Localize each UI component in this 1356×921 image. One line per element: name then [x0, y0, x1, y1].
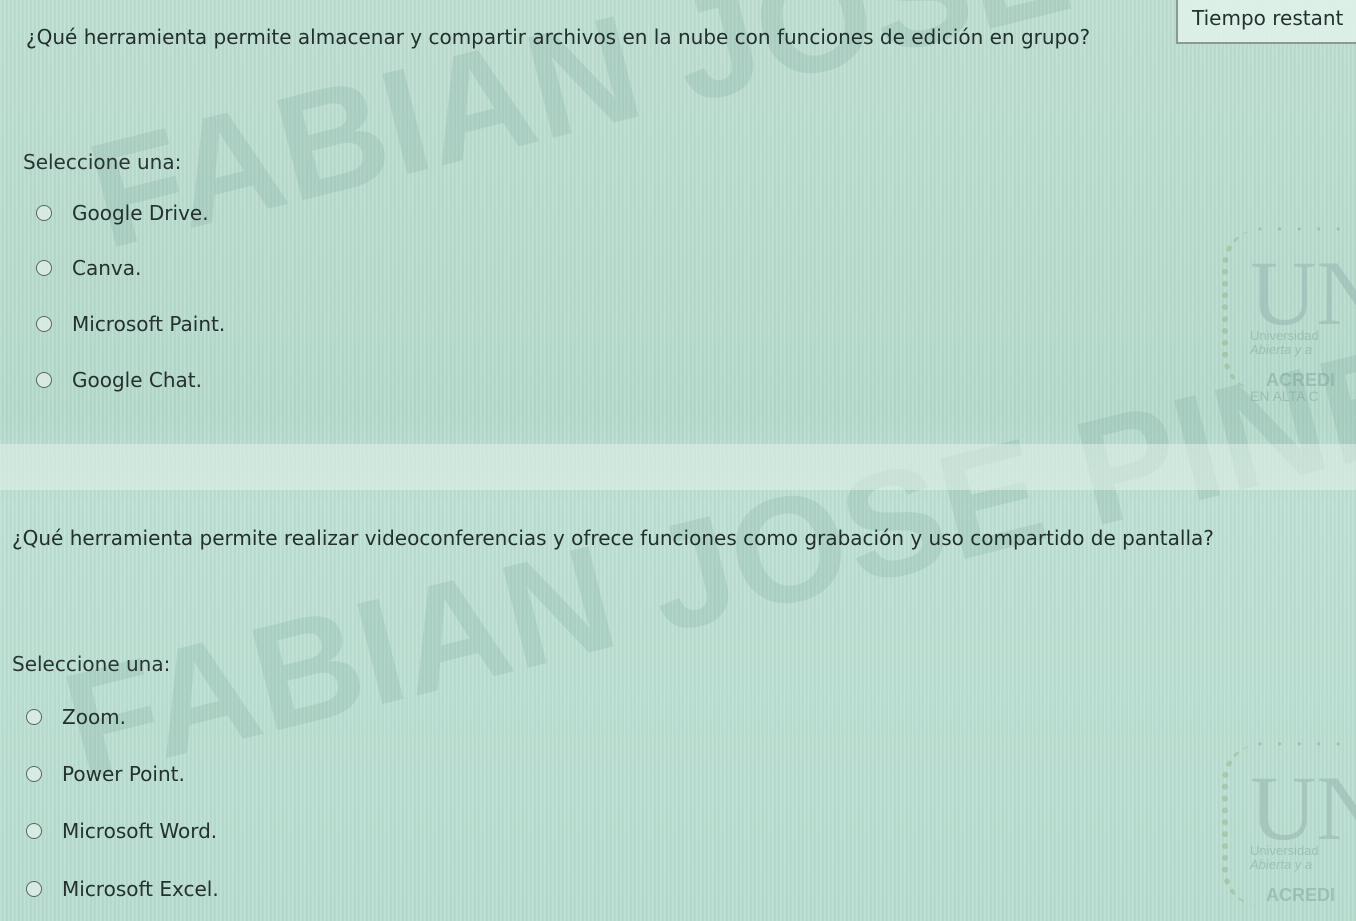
timer-label: Tiempo restant	[1192, 6, 1344, 30]
logo-dots: • • • • •	[1258, 222, 1347, 236]
q2-option-microsoft-word[interactable]: Microsoft Word.	[26, 819, 217, 843]
university-logo: • • • • • UN Universidad Abierta y a ACR…	[1222, 735, 1356, 921]
q1-option-canva[interactable]: Canva.	[36, 256, 141, 280]
radio-button[interactable]	[36, 260, 52, 276]
radio-button[interactable]	[36, 316, 52, 332]
q1-option-google-drive[interactable]: Google Drive.	[36, 201, 209, 225]
q1-option-google-chat[interactable]: Google Chat.	[36, 368, 202, 392]
option-label: Microsoft Paint.	[72, 312, 226, 336]
question-1-prompt: Seleccione una:	[23, 150, 182, 174]
logo-line-3: ACREDI	[1266, 370, 1336, 390]
timer-panel: Tiempo restant	[1176, 0, 1356, 44]
q2-option-microsoft-excel[interactable]: Microsoft Excel.	[26, 877, 219, 901]
question-1-text: ¿Qué herramienta permite almacenar y com…	[26, 25, 1091, 49]
logo-line-1: Universidad	[1250, 328, 1319, 343]
logo-line-2: Abierta y a	[1250, 857, 1313, 872]
logo-line-4: EN ALTA C	[1250, 388, 1319, 404]
q2-option-zoom[interactable]: Zoom.	[26, 705, 126, 729]
radio-button[interactable]	[36, 205, 52, 221]
option-label: Zoom.	[62, 705, 127, 729]
logo-dots: • • • • •	[1258, 737, 1347, 751]
radio-button[interactable]	[26, 766, 42, 782]
laurel-icon	[1222, 745, 1258, 905]
logo-line-2: Abierta y a	[1250, 342, 1313, 357]
option-label: Power Point.	[62, 762, 185, 786]
q2-option-power-point[interactable]: Power Point.	[26, 762, 185, 786]
watermark-text: FABIAN JOSE PINEDA GIL	[48, 189, 1356, 811]
radio-button[interactable]	[26, 881, 42, 897]
q1-option-microsoft-paint[interactable]: Microsoft Paint.	[36, 312, 225, 336]
logo-letter: UN	[1250, 757, 1356, 859]
radio-button[interactable]	[36, 372, 52, 388]
logo-letter: UN	[1250, 242, 1356, 344]
option-label: Canva.	[72, 256, 142, 280]
option-label: Google Chat.	[72, 368, 202, 392]
laurel-icon	[1222, 230, 1258, 390]
logo-line-3: ACREDI	[1266, 885, 1336, 905]
logo-line-1: Universidad	[1250, 843, 1319, 858]
question-2-text: ¿Qué herramienta permite realizar videoc…	[12, 526, 1214, 550]
question-2-prompt: Seleccione una:	[12, 652, 171, 676]
option-label: Microsoft Word.	[62, 819, 218, 843]
option-label: Microsoft Excel.	[62, 877, 219, 901]
radio-button[interactable]	[26, 823, 42, 839]
radio-button[interactable]	[26, 709, 42, 725]
question-separator	[0, 444, 1356, 490]
option-label: Google Drive.	[72, 201, 209, 225]
university-logo: • • • • • UN Universidad Abierta y a ACR…	[1222, 220, 1356, 410]
